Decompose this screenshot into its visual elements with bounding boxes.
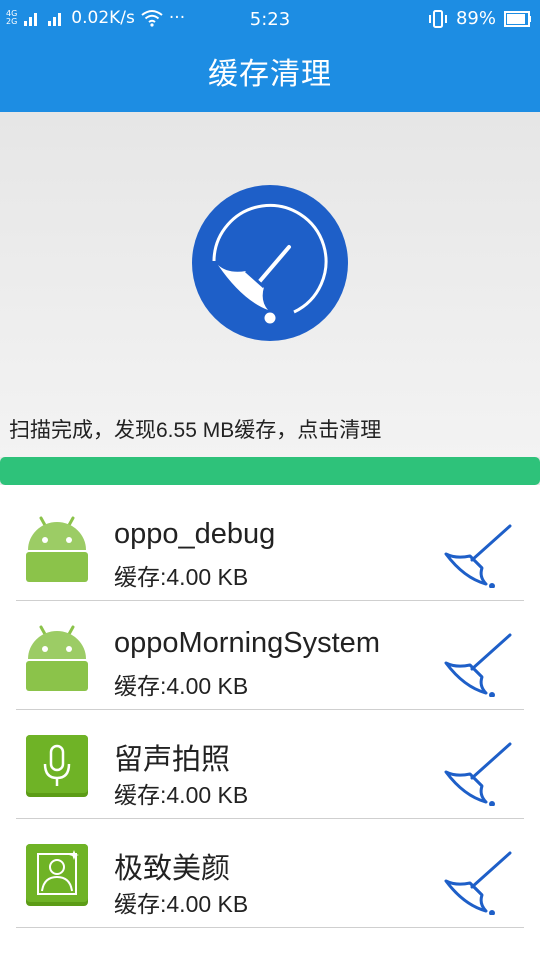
app-name: oppo_debug bbox=[114, 518, 276, 550]
app-cache-size: 缓存:4.00 KB bbox=[114, 782, 249, 808]
app-name: 极致美颜 bbox=[114, 853, 231, 885]
title-bar: 缓存清理 bbox=[0, 38, 540, 112]
broom-icon[interactable] bbox=[442, 742, 518, 806]
progress-bar bbox=[0, 457, 540, 485]
progress-fill bbox=[0, 457, 540, 485]
scan-area: 扫描完成，发现6.55 MB缓存，点击清理 bbox=[0, 112, 540, 457]
vibrate-icon bbox=[428, 9, 447, 28]
app-name: 留声拍照 bbox=[114, 744, 231, 776]
portrait-icon bbox=[26, 844, 88, 906]
page-title: 缓存清理 bbox=[208, 57, 332, 92]
android-icon bbox=[26, 516, 88, 582]
clean-all-button[interactable] bbox=[192, 185, 348, 341]
microphone-icon bbox=[26, 735, 88, 797]
status-bar: 4G 2G 0.02K/s ··· 5:23 89% bbox=[0, 0, 540, 38]
app-cache-size: 缓存:4.00 KB bbox=[114, 891, 249, 917]
battery-icon bbox=[504, 10, 531, 27]
broom-icon[interactable] bbox=[442, 851, 518, 915]
broom-circle-icon bbox=[192, 185, 348, 341]
list-item: 极致美颜 缓存:4.00 KB bbox=[0, 819, 540, 928]
divider bbox=[16, 927, 524, 928]
list-item: oppo_debug 缓存:4.00 KB bbox=[0, 492, 540, 601]
app-cache-size: 缓存:4.00 KB bbox=[114, 564, 249, 590]
battery-percent: 89% bbox=[455, 8, 496, 29]
scan-result-message: 扫描完成，发现6.55 MB缓存，点击清理 bbox=[9, 419, 382, 442]
status-right: 89% bbox=[428, 8, 532, 29]
list-item: 留声拍照 缓存:4.00 KB bbox=[0, 710, 540, 819]
android-icon bbox=[26, 625, 88, 691]
broom-icon[interactable] bbox=[442, 633, 518, 697]
broom-icon[interactable] bbox=[442, 524, 518, 588]
list-item: oppoMorningSystem 缓存:4.00 KB bbox=[0, 601, 540, 710]
app-name: oppoMorningSystem bbox=[114, 627, 380, 659]
app-list: oppo_debug 缓存:4.00 KB oppoMorningSystem … bbox=[0, 492, 540, 928]
app-cache-size: 缓存:4.00 KB bbox=[114, 673, 249, 699]
